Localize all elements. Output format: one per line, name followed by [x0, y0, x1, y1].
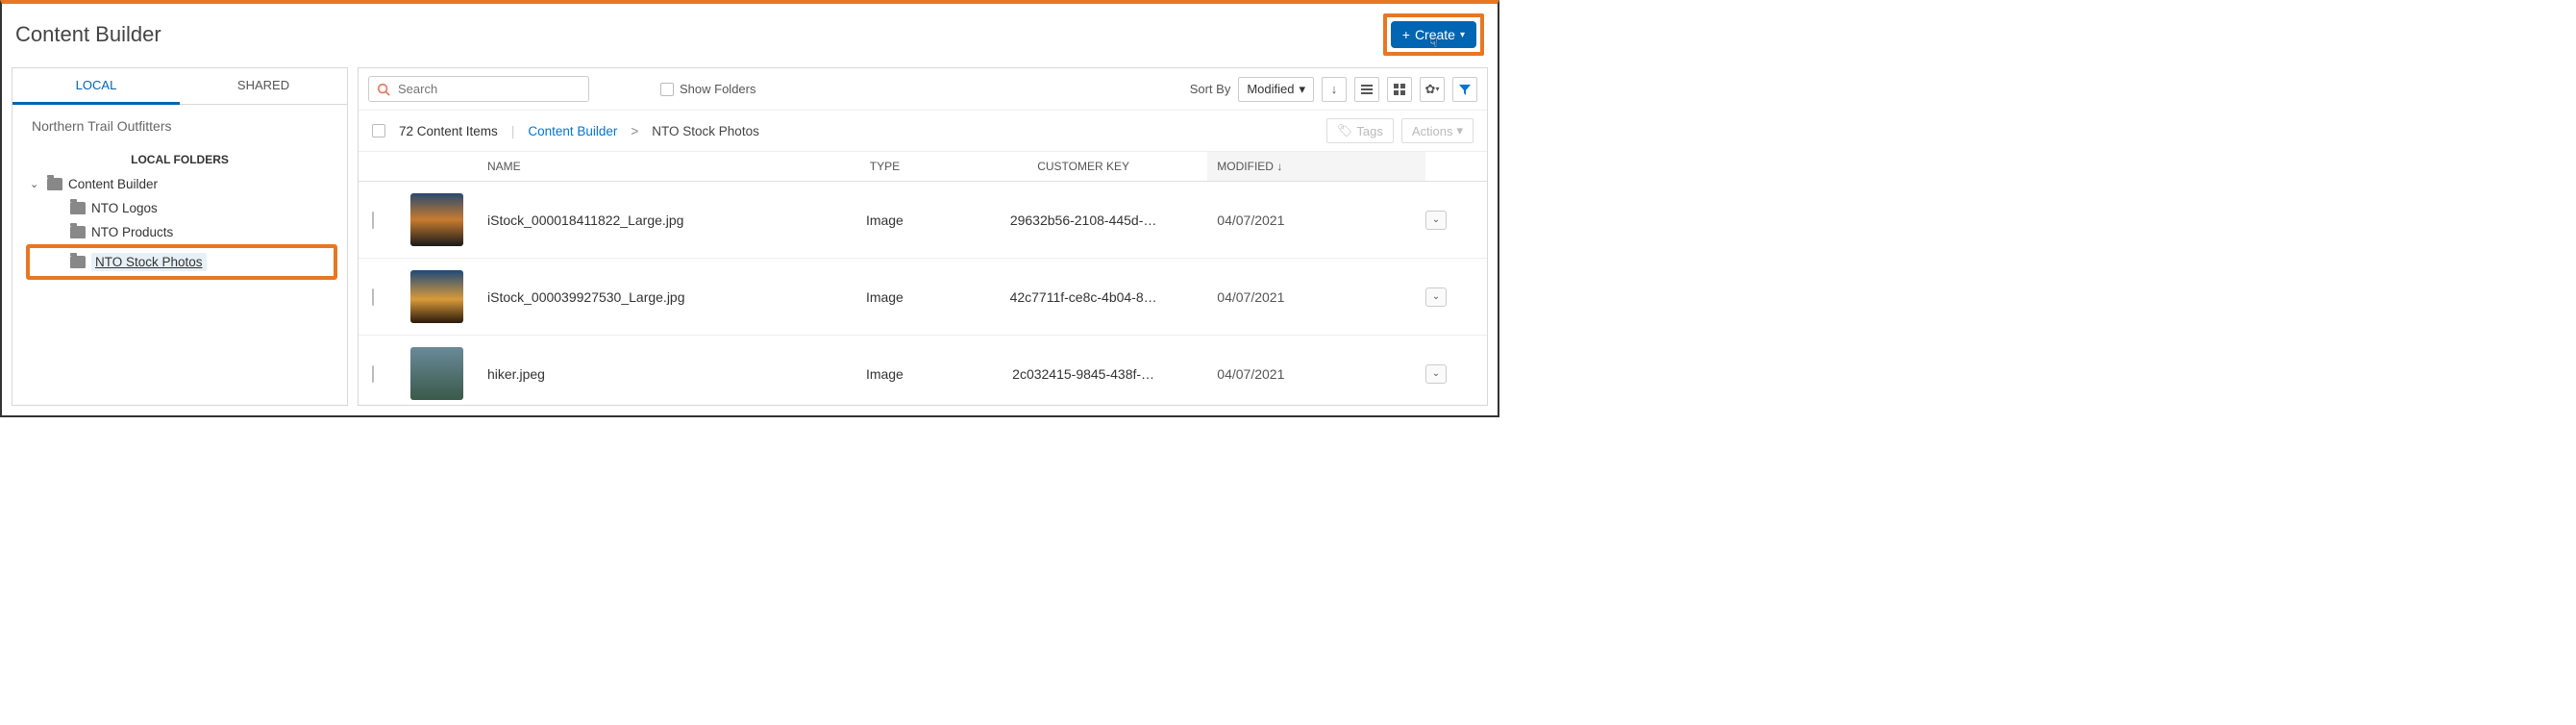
sort-arrow-icon: ↓	[1276, 160, 1282, 173]
table-row[interactable]: iStock_000039927530_Large.jpgImage42c771…	[359, 259, 1487, 336]
folder-root[interactable]: ⌄ Content Builder	[26, 172, 337, 196]
col-modified[interactable]: MODIFIED ↓	[1207, 152, 1425, 181]
page-title: Content Builder	[15, 22, 161, 47]
row-modified: 04/07/2021	[1207, 366, 1425, 382]
checkbox-icon[interactable]	[660, 83, 674, 96]
row-checkbox[interactable]	[372, 212, 374, 229]
folder-icon	[70, 256, 86, 268]
actions-dropdown[interactable]: Actions ▾	[1401, 118, 1474, 143]
actions-label: Actions	[1412, 124, 1453, 138]
table-rows: iStock_000018411822_Large.jpgImage29632b…	[359, 182, 1487, 405]
row-type: Image	[810, 366, 959, 382]
subbar-right: 🏷 Tags Actions ▾	[1326, 118, 1474, 143]
col-key[interactable]: CUSTOMER KEY	[959, 160, 1207, 173]
toolbar: Show Folders Sort By Modified ▾ ↓ ✿▾	[359, 68, 1487, 111]
row-checkbox[interactable]	[372, 288, 374, 306]
top-bar: Content Builder + Create ▾ ☟	[2, 4, 1498, 67]
tags-button[interactable]: 🏷 Tags	[1326, 118, 1394, 143]
caret-down-icon: ▾	[1456, 123, 1463, 138]
row-key: 42c7711f-ce8c-4b04-8…	[959, 289, 1207, 305]
folder-label: NTO Stock Photos	[91, 253, 207, 271]
row-action-menu[interactable]: ⌄	[1425, 364, 1447, 384]
breadcrumb-separator: >	[631, 124, 638, 138]
folder-label: NTO Logos	[91, 201, 158, 215]
sidebar: LOCAL SHARED Northern Trail Outfitters L…	[12, 67, 348, 406]
body: LOCAL SHARED Northern Trail Outfitters L…	[2, 67, 1498, 415]
sub-bar: 72 Content Items | Content Builder > NTO…	[359, 111, 1487, 152]
app-root: Content Builder + Create ▾ ☟ LOCAL SHARE…	[0, 0, 1499, 417]
local-folders-header: LOCAL FOLDERS	[12, 147, 347, 172]
main-panel: Show Folders Sort By Modified ▾ ↓ ✿▾	[358, 67, 1488, 406]
show-folders-toggle[interactable]: Show Folders	[660, 82, 755, 96]
gear-button[interactable]: ✿▾	[1420, 77, 1445, 102]
table-row[interactable]: hiker.jpegImage2c032415-9845-438f-…04/07…	[359, 336, 1487, 405]
row-modified: 04/07/2021	[1207, 289, 1425, 305]
sort-value: Modified	[1247, 82, 1294, 96]
filter-button[interactable]	[1452, 77, 1477, 102]
item-count: 72 Content Items	[399, 124, 498, 138]
tab-local[interactable]: LOCAL	[12, 68, 180, 105]
grid-view-button[interactable]	[1387, 77, 1412, 102]
folder-tree: ⌄ Content Builder NTO Logos NTO Products…	[12, 172, 347, 289]
breadcrumb-root[interactable]: Content Builder	[528, 124, 617, 138]
create-highlight: + Create ▾ ☟	[1383, 13, 1484, 56]
thumbnail	[410, 270, 463, 323]
folder-label: NTO Products	[91, 225, 173, 239]
tab-shared[interactable]: SHARED	[180, 68, 347, 105]
divider: |	[511, 124, 515, 138]
tag-icon: 🏷	[1337, 123, 1353, 138]
row-name: iStock_000039927530_Large.jpg	[487, 289, 810, 305]
sort-dropdown[interactable]: Modified ▾	[1238, 77, 1314, 102]
create-label: Create	[1415, 27, 1455, 42]
sort-direction-button[interactable]: ↓	[1322, 77, 1347, 102]
folder-icon	[47, 178, 62, 190]
row-type: Image	[810, 289, 959, 305]
folder-nto-stock-photos[interactable]: NTO Stock Photos	[26, 244, 337, 280]
folder-icon	[70, 226, 86, 238]
row-key: 29632b56-2108-445d-…	[959, 212, 1207, 228]
tags-label: Tags	[1356, 124, 1382, 138]
row-name: iStock_000018411822_Large.jpg	[487, 212, 810, 228]
row-action-menu[interactable]: ⌄	[1425, 211, 1447, 230]
select-all-checkbox[interactable]	[372, 124, 385, 138]
row-modified: 04/07/2021	[1207, 212, 1425, 228]
breadcrumb-current: NTO Stock Photos	[652, 124, 759, 138]
row-name: hiker.jpeg	[487, 366, 810, 382]
list-view-button[interactable]	[1354, 77, 1379, 102]
thumbnail	[410, 193, 463, 246]
show-folders-label: Show Folders	[680, 82, 755, 96]
folder-nto-products[interactable]: NTO Products	[26, 220, 337, 244]
search-icon	[377, 83, 390, 96]
sort-by-label: Sort By	[1190, 82, 1231, 96]
org-name: Northern Trail Outfitters	[12, 105, 347, 147]
table-row[interactable]: iStock_000018411822_Large.jpgImage29632b…	[359, 182, 1487, 259]
plus-icon: +	[1402, 27, 1410, 42]
row-type: Image	[810, 212, 959, 228]
col-name[interactable]: NAME	[487, 160, 810, 173]
caret-down-icon: ▾	[1460, 30, 1465, 40]
folder-nto-logos[interactable]: NTO Logos	[26, 196, 337, 220]
folder-icon	[70, 202, 86, 214]
row-key: 2c032415-9845-438f-…	[959, 366, 1207, 382]
col-type[interactable]: TYPE	[810, 160, 959, 173]
chevron-down-icon: ⌄	[30, 178, 41, 190]
row-checkbox[interactable]	[372, 365, 374, 383]
caret-down-icon: ▾	[1299, 82, 1305, 97]
thumbnail	[410, 347, 463, 400]
row-action-menu[interactable]: ⌄	[1425, 288, 1447, 307]
create-button[interactable]: + Create ▾ ☟	[1391, 21, 1476, 48]
toolbar-right: Sort By Modified ▾ ↓ ✿▾	[1190, 77, 1477, 102]
folder-label: Content Builder	[68, 177, 158, 191]
search-box[interactable]	[368, 76, 589, 102]
table-header: NAME TYPE CUSTOMER KEY MODIFIED ↓	[359, 152, 1487, 182]
search-input[interactable]	[398, 82, 581, 96]
sidebar-tabs: LOCAL SHARED	[12, 68, 347, 105]
